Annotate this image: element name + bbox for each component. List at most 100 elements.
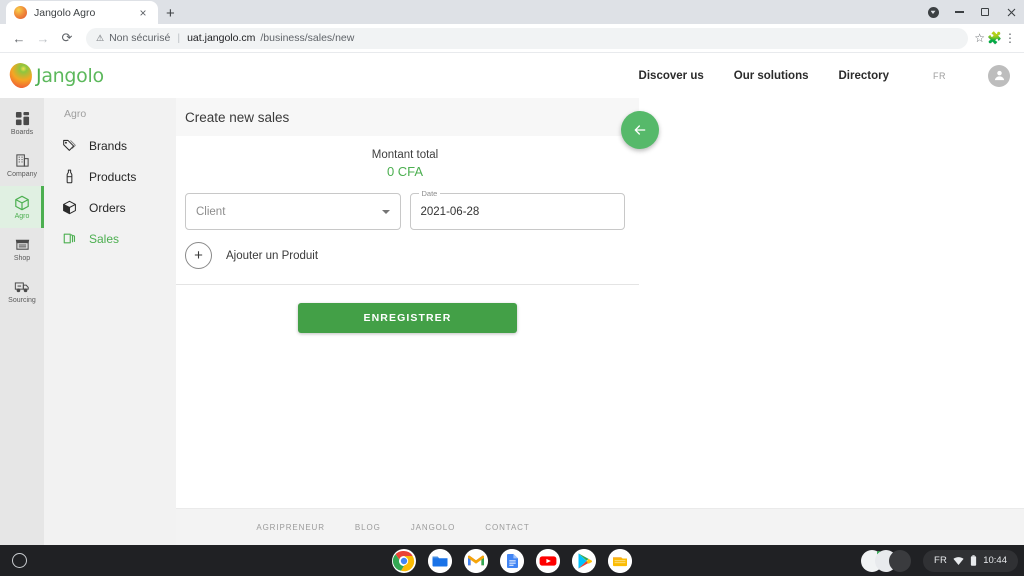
logo-wordmark: Jangolo — [36, 65, 104, 87]
account-circle-icon[interactable] — [988, 64, 1010, 87]
rail-label-company: Company — [7, 171, 37, 178]
save-button[interactable]: ENREGISTRER — [298, 303, 517, 333]
reload-icon[interactable]: ⟳ — [56, 27, 78, 49]
maximize-button[interactable] — [972, 0, 998, 24]
rail-label-agro: Agro — [14, 213, 30, 220]
date-field-value: 2021-06-28 — [420, 205, 480, 218]
status-area-circles[interactable] — [860, 549, 919, 572]
omnibox-actions: ☆ 🧩 ⋮ — [974, 31, 1016, 45]
sub-sidebar-title: Agro — [64, 108, 87, 120]
rail-item-shop[interactable]: Shop — [0, 228, 44, 270]
form-fields-row: Client Date 2021-06-28 — [185, 189, 625, 230]
new-tab-button[interactable]: + — [166, 6, 175, 21]
save-button-wrapper: ENREGISTRER — [176, 285, 639, 333]
sidebar-item-orders[interactable]: Orders — [44, 192, 176, 223]
package-box-icon — [62, 200, 77, 215]
footer-link-contact[interactable]: CONTACT — [485, 523, 529, 532]
chrome-icon[interactable] — [392, 548, 416, 573]
close-window-button[interactable] — [998, 0, 1024, 24]
bookmark-star-icon[interactable]: ☆ — [974, 31, 985, 45]
tray-language: FR — [933, 555, 948, 566]
url-path: /business/sales/new — [260, 32, 355, 44]
omnibox-toolbar: ← → ⟳ ⚠ Non sécurisé | uat.jangolo.cm/bu… — [0, 24, 1024, 53]
warning-triangle-icon: ⚠ — [96, 32, 105, 43]
address-bar[interactable]: ⚠ Non sécurisé | uat.jangolo.cm/business… — [86, 27, 969, 49]
rail-label-shop: Shop — [13, 255, 31, 262]
site-navigation: Discover us Our solutions Directory FR — [639, 64, 1010, 87]
logo-text: angolo — [41, 64, 104, 87]
add-product-label: Ajouter un Produit — [226, 249, 319, 262]
puzzle-piece-icon[interactable]: 🧩 — [987, 31, 1002, 45]
sidebar-label-orders: Orders — [89, 200, 126, 215]
storefront-icon — [14, 236, 31, 253]
rail-label-sourcing: Sourcing — [8, 297, 36, 304]
chevron-down-icon — [381, 209, 390, 214]
banknotes-icon — [62, 231, 77, 246]
card-header: Create new sales — [176, 98, 659, 149]
app-body: Boards Company Agro Shop Sourcing Agro B… — [0, 98, 1024, 545]
jangolo-logo[interactable]: Jangolo — [7, 60, 104, 91]
client-placeholder: Client — [196, 205, 226, 218]
window-controls — [920, 0, 1024, 24]
date-field-legend: Date — [418, 189, 441, 198]
nav-link-directory[interactable]: Directory — [839, 70, 890, 82]
language-selector[interactable]: FR — [933, 71, 946, 81]
cast-icon[interactable] — [920, 0, 946, 24]
shelf-app-list — [392, 548, 632, 573]
web-page: Jangolo Discover us Our solutions Direct… — [0, 53, 1024, 545]
rail-item-agro[interactable]: Agro — [0, 186, 44, 228]
page-title: Create new sales — [185, 109, 290, 125]
status-circle-three — [888, 549, 911, 572]
tab-close-icon[interactable]: × — [136, 7, 150, 19]
sidebar-label-products: Products — [89, 169, 137, 184]
launcher-button[interactable] — [4, 545, 35, 576]
rail-item-sourcing[interactable]: Sourcing — [0, 270, 44, 312]
rail-item-boards[interactable]: Boards — [0, 102, 44, 144]
youtube-icon[interactable] — [536, 548, 560, 573]
client-select[interactable]: Client — [185, 193, 401, 230]
nav-link-our-solutions[interactable]: Our solutions — [734, 70, 809, 82]
sidebar-label-sales: Sales — [89, 231, 120, 246]
footer-link-jangolo[interactable]: JANGOLO — [411, 523, 456, 532]
rail-label-boards: Boards — [10, 129, 34, 136]
tab-strip: Jangolo Agro × + — [0, 0, 1024, 24]
sidebar-label-brands: Brands — [89, 138, 128, 153]
nav-link-discover-us[interactable]: Discover us — [639, 70, 704, 82]
date-field[interactable]: Date 2021-06-28 — [409, 189, 625, 230]
back-icon[interactable]: ← — [8, 27, 30, 49]
sidebar-item-sales[interactable]: Sales — [44, 223, 176, 254]
gmail-icon[interactable] — [464, 548, 488, 573]
create-sales-card: Create new sales Montant total 0 CFA Cli… — [176, 98, 659, 333]
dashboard-grid-icon — [14, 110, 31, 127]
play-store-icon[interactable] — [572, 548, 596, 573]
add-product-row[interactable]: + Ajouter un Produit — [185, 242, 625, 284]
back-fab-button[interactable] — [621, 111, 659, 149]
tab-title: Jangolo Agro — [34, 6, 96, 19]
site-header: Jangolo Discover us Our solutions Direct… — [0, 53, 1024, 98]
page-footer: AGRIPRENEUR BLOG JANGOLO CONTACT — [176, 508, 1024, 545]
tray-clock: 10:44 — [983, 555, 1007, 566]
tray-status-pill[interactable]: FR 10:44 — [922, 549, 1018, 572]
launcher-circle-icon — [12, 553, 27, 568]
browser-tab[interactable]: Jangolo Agro × — [6, 1, 158, 24]
sidebar-item-products[interactable]: Products — [44, 161, 176, 192]
total-amount-label: Montant total — [371, 149, 439, 161]
rail-item-company[interactable]: Company — [0, 144, 44, 186]
footer-link-agripreneur[interactable]: AGRIPRENEUR — [256, 523, 325, 532]
building-icon — [14, 152, 31, 169]
forward-icon[interactable]: → — [32, 27, 54, 49]
wifi-icon — [953, 556, 964, 565]
minimize-button[interactable] — [946, 0, 972, 24]
url-host: uat.jangolo.cm — [187, 32, 256, 44]
files-icon[interactable] — [428, 548, 452, 573]
three-dot-menu-icon[interactable]: ⋮ — [1004, 32, 1016, 45]
box-cube-icon — [14, 194, 31, 211]
sidebar-item-brands[interactable]: Brands — [44, 130, 176, 161]
footer-link-blog[interactable]: BLOG — [355, 523, 381, 532]
mango-logo-icon — [7, 60, 35, 91]
add-product-button[interactable]: + — [185, 242, 212, 269]
browser-window: Jangolo Agro × + ← → ⟳ ⚠ Non sécurisé | … — [0, 0, 1024, 545]
docs-icon[interactable] — [500, 548, 524, 573]
main-content: Create new sales Montant total 0 CFA Cli… — [176, 98, 1024, 545]
keep-icon[interactable] — [608, 548, 632, 573]
